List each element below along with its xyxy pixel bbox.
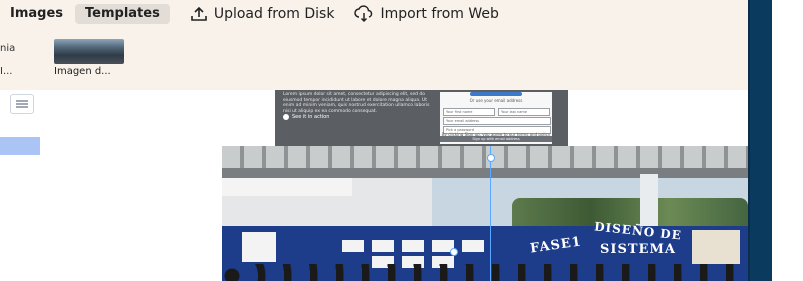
media-toolbar: Images Templates Upload from Disk Import… bbox=[0, 3, 499, 25]
board-text-fase: FASE1 bbox=[529, 234, 583, 257]
photo-tarp-top bbox=[222, 178, 352, 196]
hamburger-icon bbox=[16, 100, 28, 108]
photo-roof-beam bbox=[222, 168, 748, 178]
email-field: Your email address bbox=[443, 117, 551, 125]
board-paper bbox=[342, 240, 364, 252]
guide-handle[interactable] bbox=[487, 154, 495, 162]
board-paper bbox=[242, 232, 276, 262]
slide-body-text: Lorem ipsum dolor sit amet, consectetur … bbox=[283, 92, 430, 114]
right-sidebar-strip bbox=[748, 0, 772, 281]
first-name-field: Your first name bbox=[443, 108, 495, 116]
last-name-field: Your last name bbox=[498, 108, 550, 116]
play-icon bbox=[283, 114, 289, 120]
cloud-download-icon bbox=[354, 5, 373, 23]
tab-templates[interactable]: Templates bbox=[75, 4, 170, 24]
form-top-button bbox=[470, 92, 522, 96]
asset-caption-partial-2: I... bbox=[0, 66, 13, 77]
alignment-guide bbox=[490, 146, 491, 281]
photo-pillar bbox=[640, 174, 658, 228]
board-paper bbox=[462, 240, 484, 252]
photo-crowd bbox=[222, 264, 748, 281]
board-paper bbox=[372, 240, 394, 252]
board-paper bbox=[402, 240, 424, 252]
menu-button[interactable] bbox=[10, 94, 34, 114]
import-from-web-button[interactable]: Import from Web bbox=[354, 3, 499, 25]
upload-icon bbox=[191, 6, 207, 21]
import-label: Import from Web bbox=[380, 6, 499, 22]
upload-label: Upload from Disk bbox=[213, 6, 335, 22]
tab-images[interactable]: Images bbox=[0, 4, 73, 24]
see-it-label: See it in action bbox=[292, 114, 330, 120]
form-title: Or use your email address bbox=[469, 98, 523, 103]
selected-page-item[interactable] bbox=[0, 137, 40, 155]
asset-caption: Imagen d... bbox=[54, 66, 111, 77]
signup-form: Or use your email address Your first nam… bbox=[440, 92, 552, 144]
media-panel: Images Templates Upload from Disk Import… bbox=[0, 0, 748, 90]
board-poster bbox=[692, 230, 740, 264]
see-it-in-action-link[interactable]: See it in action bbox=[283, 114, 329, 120]
signup-button: Sign up with email address bbox=[440, 136, 552, 142]
board-text-sistema: SISTEMA bbox=[600, 242, 676, 257]
asset-caption-partial: nia bbox=[0, 43, 16, 54]
canvas-photo[interactable]: FASE1 DISEÑO DE SISTEMA bbox=[222, 146, 748, 281]
asset-thumbnail[interactable] bbox=[54, 39, 124, 64]
upload-from-disk-button[interactable]: Upload from Disk bbox=[190, 3, 335, 25]
photo-roof bbox=[222, 146, 748, 168]
slide-preview[interactable]: Lorem ipsum dolor sit amet, consectetur … bbox=[275, 90, 568, 146]
guide-handle[interactable] bbox=[450, 248, 458, 256]
